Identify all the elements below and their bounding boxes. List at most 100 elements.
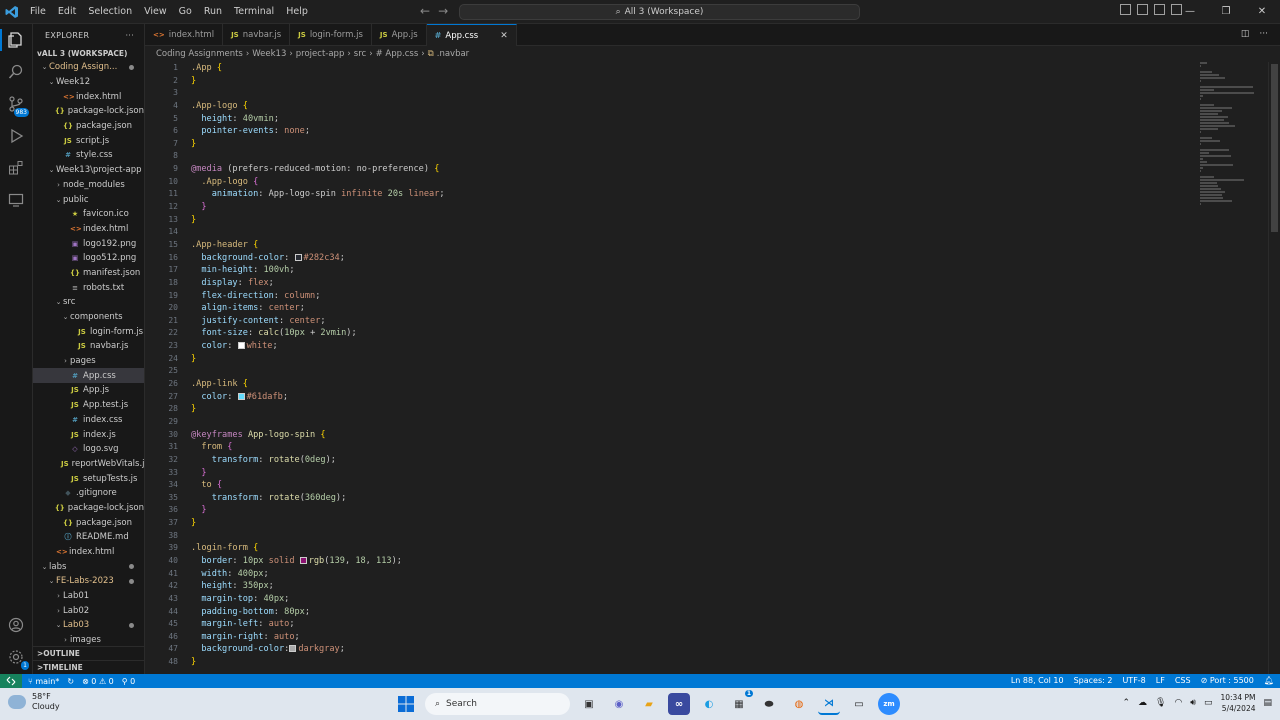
folder-item[interactable]: ⌄ Lab03 [33,618,144,633]
code-line[interactable]: justify-content: center; [191,315,1191,328]
code-line[interactable]: animation: App-logo-spin infinite 20s li… [191,188,1191,201]
folder-item[interactable]: ⌄ components [33,310,144,325]
battery-icon[interactable]: ▭ [1204,698,1213,708]
vscode-taskbar-icon[interactable]: ⋊ [818,693,840,715]
code-line[interactable]: .App-logo { [191,100,1191,113]
file-item[interactable]: {} package-lock.json [33,501,144,516]
code-line[interactable]: min-height: 100vh; [191,264,1191,277]
file-item[interactable]: {} package.json [33,119,144,134]
file-item[interactable]: <> index.html [33,545,144,560]
zoom-icon[interactable]: zm [878,693,900,715]
file-item[interactable]: JS login-form.js [33,324,144,339]
code-line[interactable]: .App { [191,62,1191,75]
code-line[interactable] [191,365,1191,378]
extensions-icon[interactable] [5,157,27,179]
code-line[interactable]: @media (prefers-reduced-motion: no-prefe… [191,163,1191,176]
outline-section[interactable]: > OUTLINE [33,646,144,660]
code-line[interactable]: } [191,517,1191,530]
file-item[interactable]: ▣ logo512.png [33,251,144,266]
folder-item[interactable]: ⌄ Coding Assign... [33,60,144,75]
folder-item[interactable]: › Lab01 [33,589,144,604]
explorer-icon[interactable] [5,29,27,51]
teams-chat-icon[interactable]: ◉ [608,693,630,715]
windows-start-icon[interactable] [395,693,417,715]
media-app-icon[interactable]: ⬬ [758,693,780,715]
code-line[interactable]: margin-left: auto; [191,618,1191,631]
edge-browser-icon[interactable]: ◐ [698,693,720,715]
code-line[interactable] [191,226,1191,239]
code-line[interactable]: } [191,353,1191,366]
microsoft-store-icon[interactable]: ▦ 1 [728,690,753,715]
ports-item[interactable]: ⚲ 0 [122,677,136,686]
code-line[interactable] [191,530,1191,543]
settings-gear-icon[interactable]: 1 [5,646,29,670]
weather-widget[interactable]: 58°F Cloudy [8,692,60,712]
cursor-position[interactable]: Ln 88, Col 10 [1011,674,1064,688]
code-line[interactable]: width: 400px; [191,568,1191,581]
code-line[interactable]: } [191,214,1191,227]
file-item[interactable]: JS script.js [33,133,144,148]
menu-help[interactable]: Help [280,0,314,24]
code-line[interactable]: } [191,656,1191,669]
encoding[interactable]: UTF-8 [1122,674,1145,688]
code-line[interactable]: .App-header { [191,239,1191,252]
code-line[interactable]: } [191,201,1191,214]
forward-arrow-icon[interactable]: → [438,4,448,18]
folder-item[interactable]: ⌄ Week13\project-app [33,163,144,178]
workspace-section[interactable]: v ALL 3 (WORKSPACE) [33,46,144,60]
show-hidden-icons-chevron-icon[interactable]: ⌃ [1122,698,1130,708]
more-actions-icon[interactable]: ··· [1259,29,1268,39]
menu-file[interactable]: File [24,0,52,24]
menu-view[interactable]: View [138,0,173,24]
sync-icon[interactable]: ↻ [67,677,74,686]
scrollbar-thumb[interactable] [1271,64,1278,232]
folder-item[interactable]: › Lab02 [33,603,144,618]
close-window-icon[interactable]: ✕ [1244,0,1280,24]
menu-run[interactable]: Run [198,0,228,24]
menu-terminal[interactable]: Terminal [228,0,280,24]
breadcrumb-item[interactable]: src [354,49,366,59]
file-item[interactable]: ◇ logo.svg [33,442,144,457]
color-swatch-icon[interactable] [237,342,245,350]
code-line[interactable]: background-color: #282c34; [191,252,1191,265]
code-line[interactable]: display: flex; [191,277,1191,290]
timeline-section[interactable]: > TIMELINE [33,660,144,674]
run-debug-icon[interactable] [5,125,27,147]
breadcrumb-item[interactable]: project-app [296,49,345,59]
folder-item[interactable]: ⌄ labs [33,559,144,574]
color-swatch-icon[interactable] [237,392,245,400]
minimap[interactable] [1198,62,1268,222]
file-item[interactable]: {} package-lock.json [33,104,144,119]
file-item[interactable]: {} package.json [33,515,144,530]
menu-edit[interactable]: Edit [52,0,82,24]
code-line[interactable]: align-items: center; [191,302,1191,315]
code-line[interactable] [191,87,1191,100]
end-of-line[interactable]: LF [1156,674,1165,688]
code-line[interactable]: padding-bottom: 80px; [191,606,1191,619]
code-line[interactable]: } [191,403,1191,416]
code-line[interactable]: .App-logo { [191,176,1191,189]
live-server-port[interactable]: ⊘ Port : 5500 [1201,674,1254,688]
tab-login-form-js[interactable]: JS login-form.js [290,24,372,46]
file-item[interactable]: # index.css [33,413,144,428]
toggle-secondary-sidebar-icon[interactable] [1154,4,1165,15]
breadcrumb-item[interactable]: .navbar [437,49,469,59]
folder-item[interactable]: ⌄ public [33,192,144,207]
code-line[interactable]: border: 10px solid rgb(139, 18, 113); [191,555,1191,568]
firefox-icon[interactable]: ◍ [788,693,810,715]
remote-indicator-icon[interactable] [0,674,22,688]
code-line[interactable]: flex-direction: column; [191,290,1191,303]
git-branch-item[interactable]: ⑂ main* [28,677,59,686]
volume-icon[interactable]: 🔊︎ [1190,698,1196,708]
tab-app-css[interactable]: # App.css ✕ [426,24,517,46]
code-line[interactable] [191,150,1191,163]
code-line[interactable] [191,416,1191,429]
file-item[interactable]: ≡ robots.txt [33,280,144,295]
source-control-icon[interactable]: 983 [5,93,29,117]
taskbar-search-box[interactable]: ⌕ Search [425,693,570,715]
close-tab-icon[interactable]: ✕ [500,31,508,41]
color-swatch-icon[interactable] [299,556,307,564]
vertical-scrollbar[interactable] [1268,62,1280,674]
folder-item[interactable]: ⌄ src [33,295,144,310]
code-line[interactable]: transform: rotate(360deg); [191,492,1191,505]
